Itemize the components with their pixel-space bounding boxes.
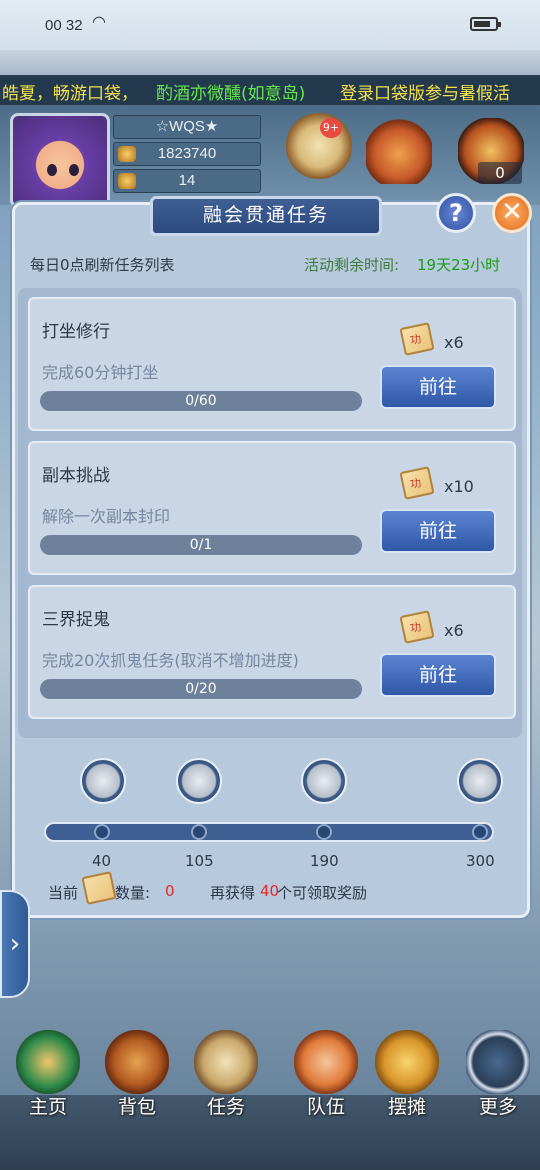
milestone-dot — [94, 824, 110, 840]
task-description: 完成20次抓鬼任务(取消不增加进度) — [42, 651, 299, 670]
top-frame — [0, 50, 540, 78]
marquee-text-3: 登录口袋版参与暑假活 — [340, 84, 510, 104]
player-name: ☆WQS★ — [113, 115, 261, 139]
reward-chest-icon[interactable] — [457, 758, 503, 804]
panel-title: 融会贯通任务 — [150, 196, 382, 236]
task-card: 打坐修行 完成60分钟打坐 0/60 x6 前往 — [28, 297, 516, 431]
current-count: 0 — [165, 882, 175, 900]
reward-count: x6 — [444, 621, 464, 640]
task-title: 打坐修行 — [42, 322, 110, 342]
task-progress-bar: 0/20 — [40, 679, 362, 699]
task-description: 完成60分钟打坐 — [42, 363, 159, 382]
milestone-dot — [472, 824, 488, 840]
home-icon — [16, 1030, 80, 1094]
nav-label: 队伍 — [306, 1096, 345, 1118]
status-bar: 00 32 ◠ — [0, 0, 540, 50]
announcement-marquee: 皓夏，畅游口袋， 酌酒亦微醺(如意岛) 登录口袋版参与暑假活 — [0, 75, 540, 105]
avatar-eye-right — [69, 164, 79, 176]
marquee-text-1: 皓夏，畅游口袋， — [2, 84, 138, 104]
milestone-label: 40 — [92, 852, 112, 870]
task-description: 解除一次副本封印 — [42, 507, 171, 526]
player-avatar[interactable] — [10, 113, 110, 208]
count-label: 数量: — [115, 884, 151, 902]
more-prefix: 再获得 — [210, 884, 256, 902]
team-icon — [294, 1030, 358, 1094]
notification-badge: 9+ — [320, 118, 342, 138]
merit-book-icon — [399, 322, 435, 356]
scroll-shortcut-icon[interactable] — [286, 113, 352, 179]
milestone-progress-track — [44, 822, 494, 842]
item-count: 0 — [478, 162, 522, 184]
treasure-chest-icon[interactable] — [366, 118, 432, 184]
gold-display: 1823740 — [113, 142, 261, 166]
side-expand-tab[interactable]: › — [0, 890, 30, 998]
refresh-info: 每日0点刷新任务列表 — [30, 256, 175, 274]
more-suffix: 个可领取奖励 — [277, 884, 368, 902]
reward-chest-icon[interactable] — [301, 758, 347, 804]
chest-icon — [105, 1030, 169, 1094]
nav-more[interactable]: 更多 — [456, 1030, 540, 1120]
nav-stall[interactable]: 摆摊 — [365, 1030, 449, 1120]
battery-icon — [470, 17, 501, 31]
milestone-label: 105 — [185, 852, 214, 870]
more-icon — [466, 1030, 530, 1094]
help-button[interactable]: ? — [436, 193, 476, 233]
nav-task[interactable]: 任务 — [184, 1030, 268, 1120]
nav-home[interactable]: 主页 — [6, 1030, 90, 1120]
avatar-eye-left — [47, 164, 57, 176]
go-button[interactable]: 前往 — [380, 653, 496, 697]
nav-label: 更多 — [478, 1096, 517, 1118]
nav-team[interactable]: 队伍 — [284, 1030, 368, 1120]
milestone-label: 300 — [466, 852, 495, 870]
gold-value: 1823740 — [157, 145, 217, 162]
go-button[interactable]: 前往 — [380, 365, 496, 409]
wifi-icon: ◠ — [92, 12, 106, 31]
scroll-icon — [194, 1030, 258, 1094]
nav-label: 主页 — [28, 1096, 67, 1118]
marquee-text-2: 酌酒亦微醺(如意岛) — [156, 84, 306, 104]
reward-count: x6 — [444, 333, 464, 352]
nav-label: 摆摊 — [387, 1096, 426, 1118]
remaining-time-label: 活动剩余时间: — [304, 256, 400, 274]
task-title: 三界捉鬼 — [42, 610, 110, 630]
milestone-dot — [191, 824, 207, 840]
go-button[interactable]: 前往 — [380, 509, 496, 553]
task-card: 副本挑战 解除一次副本封印 0/1 x10 前往 — [28, 441, 516, 575]
current-label: 当前 — [48, 884, 79, 902]
task-card: 三界捉鬼 完成20次抓鬼任务(取消不增加进度) 0/20 x6 前往 — [28, 585, 516, 719]
nav-bag[interactable]: 背包 — [95, 1030, 179, 1120]
bag-display: 14 — [113, 169, 261, 193]
reward-chest-icon[interactable] — [80, 758, 126, 804]
remaining-time-value: 19天23小时 — [417, 256, 501, 274]
bag-value: 14 — [178, 172, 196, 189]
coin-icon — [375, 1030, 439, 1094]
nav-label: 背包 — [117, 1096, 156, 1118]
task-progress-bar: 0/1 — [40, 535, 362, 555]
task-title: 副本挑战 — [42, 466, 110, 486]
task-progress-bar: 0/60 — [40, 391, 362, 411]
merit-book-icon — [399, 466, 435, 500]
milestone-dot — [316, 824, 332, 840]
merit-book-icon — [399, 610, 435, 644]
milestone-label: 190 — [310, 852, 339, 870]
reward-chest-icon[interactable] — [176, 758, 222, 804]
reward-count: x10 — [444, 477, 474, 496]
close-button[interactable]: ✕ — [492, 193, 532, 233]
nav-label: 任务 — [206, 1096, 245, 1118]
status-time: 00 32 — [45, 17, 83, 34]
